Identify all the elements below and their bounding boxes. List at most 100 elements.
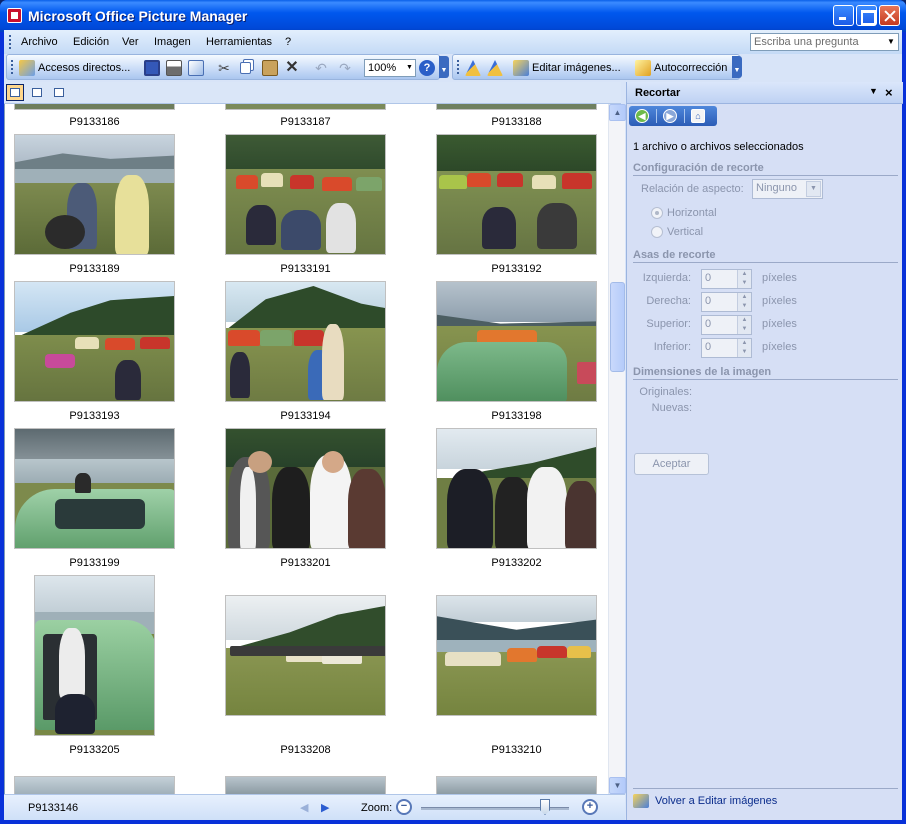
menu-edicion[interactable]: Edición [73,36,109,48]
thumbnail-image[interactable] [14,281,175,402]
menu-bar: Archivo Edición Ver Imagen Herramientas … [4,30,902,54]
dropdown-arrow-icon[interactable]: ▼ [885,35,897,49]
menu-grip-icon[interactable] [9,35,12,49]
ask-question-input[interactable]: Escriba una pregunta ▼ [750,33,899,51]
chevron-down-icon[interactable]: ▼ [404,60,415,76]
picture-manager-icon[interactable] [7,8,22,23]
spinner-arrows-icon[interactable]: ▲ ▼ [737,293,751,311]
zoom-label: Zoom: [361,802,393,814]
next-arrow-icon[interactable]: ▶ [321,801,329,814]
menu-help[interactable]: ? [285,36,291,48]
edit-images-button[interactable]: Editar imágenes... [513,59,621,77]
thumbnail-caption: P9133194 [280,410,331,422]
title-bar[interactable]: Microsoft Office Picture Manager [0,0,906,32]
thumbnail-image[interactable] [14,428,175,549]
thumbnail-image[interactable] [225,428,386,549]
selection-count-text: 1 archivo o archivos seleccionados [633,141,804,153]
filmstrip-view-button[interactable] [28,84,46,101]
zoom-out-icon[interactable]: − [396,799,412,815]
delete-button[interactable]: ✕ [284,59,300,77]
forward-icon[interactable]: ▶ [663,109,677,123]
thumbnail-image[interactable] [34,575,155,736]
scroll-thumb[interactable] [610,282,625,372]
toolbar-grip-icon[interactable] [11,60,14,74]
standard-toolbar: Accesos directos... ✂ ✕ ↶ ↷ 100% ▼ ? [6,54,440,80]
scroll-up-icon[interactable]: ▲ [609,104,626,121]
shortcuts-button[interactable]: Accesos directos... [19,59,130,77]
save-button[interactable] [144,59,160,77]
thumbnail-image[interactable] [436,281,597,402]
thumbnail-image[interactable] [225,281,386,402]
minimize-button[interactable] [833,5,854,26]
toolbar-options-icon[interactable]: ▼ [732,56,742,78]
accept-button[interactable]: Aceptar [634,453,709,475]
rotate-right-button[interactable] [487,59,503,77]
ask-question-placeholder: Escriba una pregunta [754,36,859,48]
vertical-radio[interactable] [651,226,663,238]
undo-button[interactable]: ↶ [313,59,329,77]
thumbnail-image[interactable] [436,595,597,716]
thumbnail-image[interactable] [14,134,175,255]
send-mail-button[interactable] [188,59,204,77]
task-pane-close-icon[interactable]: × [885,85,893,100]
single-picture-view-button[interactable] [50,84,68,101]
thumbnail-image[interactable] [225,776,386,794]
menu-archivo[interactable]: Archivo [21,36,58,48]
scroll-down-icon[interactable]: ▼ [609,777,626,794]
close-button[interactable] [879,5,900,26]
chevron-down-icon[interactable]: ▼ [806,181,821,197]
thumbnail-image[interactable] [225,104,386,110]
toolbar-grip-icon[interactable] [457,60,460,74]
right-crop-value: 0 [705,295,712,307]
thumbnail-image[interactable] [436,134,597,255]
thumbnail-image[interactable] [14,776,175,794]
maximize-button[interactable] [856,5,877,26]
help-button[interactable]: ? [419,59,435,77]
originals-label: Originales: [639,386,692,398]
zoom-in-icon[interactable]: + [582,799,598,815]
toolbar-options-icon[interactable]: ▼ [439,56,449,78]
home-icon[interactable]: ⌂ [691,109,705,123]
horizontal-radio[interactable] [651,207,663,219]
autocorrect-button[interactable]: Autocorrección [635,59,727,77]
thumbnail-image[interactable] [436,776,597,794]
thumbnail-grid[interactable]: P9133186 P9133187 P9133188 P9133189 P913… [4,104,608,794]
cut-button[interactable]: ✂ [216,59,232,77]
print-button[interactable] [166,59,182,77]
spinner-arrows-icon[interactable]: ▲ ▼ [737,316,751,334]
redo-button[interactable]: ↷ [337,59,353,77]
thumbnail-image[interactable] [225,595,386,716]
right-crop-input[interactable]: 0 ▲ ▼ [701,292,752,312]
thumbnail-view-button[interactable] [6,84,24,101]
thumbnail-image[interactable] [436,104,597,110]
spinner-arrows-icon[interactable]: ▲ ▼ [737,339,751,357]
filmstrip-view-icon [32,88,42,97]
crop-settings-heading: Configuración de recorte [633,162,898,176]
aspect-ratio-select[interactable]: Ninguno ▼ [752,179,823,199]
zoom-combo[interactable]: 100% ▼ [364,59,416,77]
previous-arrow-icon[interactable]: ◀ [300,801,308,814]
left-crop-input[interactable]: 0 ▲ ▼ [701,269,752,289]
back-to-edit-images-link[interactable]: Volver a Editar imágenes [655,795,777,807]
thumbnail-caption: P9133188 [491,116,542,128]
redo-icon: ↷ [339,60,351,76]
thumbnail-image[interactable] [14,104,175,110]
shortcuts-icon [19,60,35,76]
back-icon[interactable]: ◀ [635,109,649,123]
menu-herramientas[interactable]: Herramientas [206,36,272,48]
paste-button[interactable] [262,59,278,77]
copy-button[interactable] [240,59,251,77]
paste-icon [262,60,278,76]
spinner-arrows-icon[interactable]: ▲ ▼ [737,270,751,288]
zoom-slider-handle[interactable] [540,799,550,815]
menu-ver[interactable]: Ver [122,36,139,48]
menu-imagen[interactable]: Imagen [154,36,191,48]
top-crop-input[interactable]: 0 ▲ ▼ [701,315,752,335]
rotate-left-button[interactable] [465,59,481,77]
task-pane-menu-icon[interactable]: ▼ [869,86,878,96]
thumbnail-image[interactable] [225,134,386,255]
vertical-scrollbar[interactable]: ▲ ▼ [608,104,626,794]
app-window: Microsoft Office Picture Manager Archivo… [0,0,906,824]
thumbnail-image[interactable] [436,428,597,549]
bottom-crop-input[interactable]: 0 ▲ ▼ [701,338,752,358]
